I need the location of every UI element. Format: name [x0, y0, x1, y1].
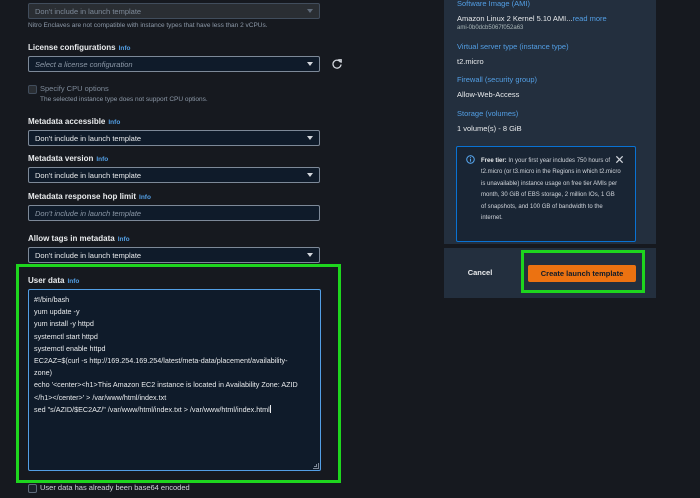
user-data-textarea[interactable]: #!/bin/bash yum update -y yum install -y… [28, 289, 321, 471]
allow-tags-select[interactable]: Don't include in launch template [28, 247, 320, 263]
code-line: #!/bin/bash [34, 295, 70, 304]
free-tier-text: Free tier: In your first year includes 7… [481, 156, 621, 224]
code-line: zone) [34, 368, 52, 378]
metadata-version-value: Don't include in launch template [35, 171, 142, 180]
chevron-down-icon [307, 62, 313, 66]
free-tier-bold: Free tier: [481, 158, 507, 164]
cancel-button[interactable]: Cancel [458, 264, 502, 282]
metadata-version-label-text: Metadata version [28, 154, 94, 163]
instance-type-label: Virtual server type (instance type) [457, 42, 569, 51]
code-line-text: sed "s/AZID/$EC2AZ/" /var/www/html/index… [34, 404, 270, 414]
ami-value-text: Amazon Linux 2 Kernel 5.10 AMI... [457, 14, 573, 23]
create-launch-template-button[interactable]: Create launch template [528, 265, 636, 282]
metadata-accessible-info-link[interactable]: Info [108, 119, 120, 126]
panel-gutter [434, 0, 444, 498]
chevron-down-icon [307, 173, 313, 177]
text-cursor [269, 404, 271, 413]
free-tier-body: In your first year includes 750 hours of… [481, 158, 621, 222]
chevron-down-icon [307, 136, 313, 140]
allow-tags-label: Allow tags in metadata Info [28, 234, 130, 243]
code-line: echo '<center><h1>This Amazon EC2 instan… [34, 380, 298, 390]
nitro-enclave-select-value: Don't include in launch template [35, 7, 142, 16]
license-configurations-label: License configurations Info [28, 43, 131, 52]
user-data-label-text: User data [28, 276, 65, 285]
firewall-label: Firewall (security group) [457, 75, 538, 84]
hop-limit-info-link[interactable]: Info [139, 194, 151, 201]
metadata-accessible-label: Metadata accessible Info [28, 117, 120, 126]
chevron-down-icon [307, 253, 313, 257]
code-line: EC2AZ=$(curl -s http://169.254.169.254/l… [34, 356, 288, 366]
user-data-label: User data Info [28, 276, 79, 285]
license-configurations-label-text: License configurations [28, 43, 116, 52]
code-line: yum install -y httpd [34, 319, 94, 329]
nitro-enclave-select: Don't include in launch template [28, 3, 320, 19]
hop-limit-label-text: Metadata response hop limit [28, 192, 137, 201]
code-line: yum update -y [34, 307, 80, 317]
ami-read-more-link[interactable]: read more [572, 14, 606, 23]
chevron-down-icon [307, 9, 313, 13]
ami-label: Software Image (AMI) [457, 0, 530, 8]
metadata-accessible-label-text: Metadata accessible [28, 117, 106, 126]
free-tier-alert: Free tier: In your first year includes 7… [456, 146, 636, 242]
info-circle-icon [466, 155, 475, 164]
allow-tags-info-link[interactable]: Info [118, 236, 130, 243]
metadata-version-label: Metadata version Info [28, 154, 108, 163]
close-icon[interactable] [615, 155, 624, 164]
license-configuration-placeholder: Select a license configuration [35, 60, 133, 69]
base64-label: User data has already been base64 encode… [40, 483, 190, 492]
metadata-accessible-value: Don't include in launch template [35, 134, 142, 143]
code-line: systemctl enable httpd [34, 343, 106, 353]
storage-label: Storage (volumes) [457, 109, 519, 118]
cpu-options-checkbox [28, 85, 37, 94]
cpu-options-hint: The selected instance type does not supp… [40, 96, 208, 103]
allow-tags-value: Don't include in launch template [35, 251, 142, 260]
instance-type-value: t2.micro [457, 57, 484, 66]
ami-id: ami-0b0dcb5067f052a63 [457, 25, 524, 31]
code-line-last: sed "s/AZID/$EC2AZ/" /var/www/html/index… [34, 404, 315, 416]
metadata-version-info-link[interactable]: Info [96, 156, 108, 163]
ami-value: Amazon Linux 2 Kernel 5.10 AMI...read mo… [457, 14, 607, 23]
firewall-value: Allow-Web-Access [457, 90, 520, 99]
nitro-enclave-hint: Nitro Enclaves are not compatible with i… [28, 22, 268, 29]
refresh-icon[interactable] [331, 58, 343, 70]
metadata-version-select[interactable]: Don't include in launch template [28, 167, 320, 183]
code-line: systemctl start httpd [34, 331, 98, 341]
cpu-options-label: Specify CPU options [40, 84, 109, 93]
storage-value: 1 volume(s) - 8 GiB [457, 124, 522, 133]
user-data-info-link[interactable]: Info [67, 278, 79, 285]
base64-checkbox[interactable] [28, 484, 37, 493]
resize-handle-icon[interactable] [313, 463, 319, 469]
metadata-accessible-select[interactable]: Don't include in launch template [28, 130, 320, 146]
license-info-link[interactable]: Info [119, 45, 131, 52]
hop-limit-input[interactable]: Don't include in launch template [28, 205, 320, 221]
license-configuration-select[interactable]: Select a license configuration [28, 56, 320, 72]
allow-tags-label-text: Allow tags in metadata [28, 234, 115, 243]
code-line: </h1></center>' > /var/www/html/index.tx… [34, 392, 167, 402]
hop-limit-label: Metadata response hop limit Info [28, 192, 151, 201]
